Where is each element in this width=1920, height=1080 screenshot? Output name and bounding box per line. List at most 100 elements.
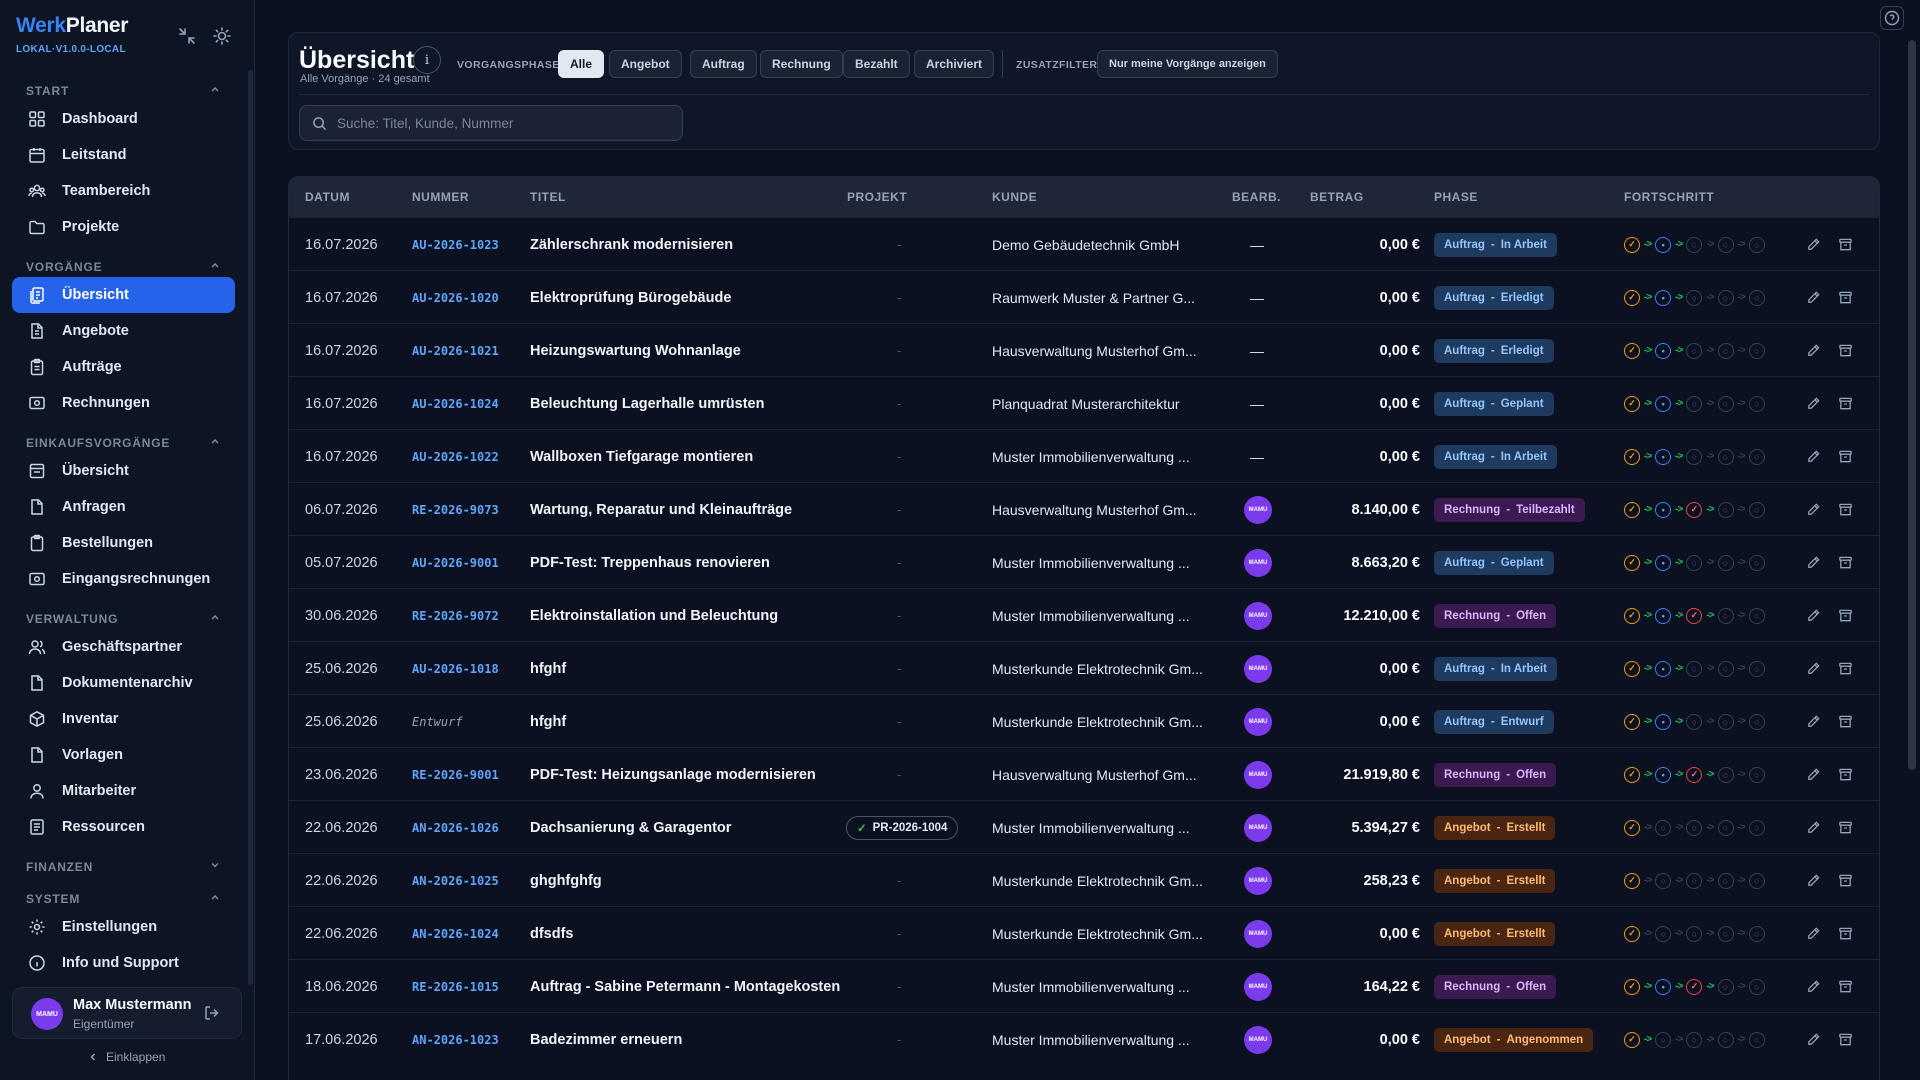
nav-eingangsrechnungen[interactable]: Eingangsrechnungen xyxy=(12,561,235,597)
nav-anfragen[interactable]: Anfragen xyxy=(12,489,235,525)
cell-title[interactable]: Zählerschrank modernisieren xyxy=(530,218,733,271)
col-projekt[interactable]: PROJEKT xyxy=(847,190,907,204)
edit-icon[interactable] xyxy=(1806,324,1821,377)
editor-avatar[interactable]: MAMU xyxy=(1244,919,1272,948)
cell-title[interactable]: Badezimmer erneuern xyxy=(530,1013,682,1066)
cell-title[interactable]: Elektroinstallation und Beleuchtung xyxy=(530,589,778,642)
archive-icon[interactable] xyxy=(1838,854,1853,907)
nav-dashboard[interactable]: Dashboard xyxy=(12,101,235,137)
cell-title[interactable]: PDF-Test: Heizungsanlage modernisieren xyxy=(530,748,816,801)
cell-number[interactable]: AU-2026-9001 xyxy=(412,536,499,589)
cell-number[interactable]: AN-2026-1025 xyxy=(412,854,499,907)
table-row[interactable]: 16.07.2026 AU-2026-1023 Zählerschrank mode… xyxy=(289,217,1879,270)
edit-icon[interactable] xyxy=(1806,483,1821,536)
edit-icon[interactable] xyxy=(1806,854,1821,907)
editor-avatar[interactable]: MAMU xyxy=(1244,813,1272,842)
phase-filter-alle[interactable]: Alle xyxy=(558,50,605,78)
archive-icon[interactable] xyxy=(1838,324,1853,377)
main-scrollbar[interactable] xyxy=(1908,40,1916,770)
cell-title[interactable]: ghghfghfg xyxy=(530,854,602,907)
cell-number[interactable]: RE-2026-9073 xyxy=(412,483,499,536)
cell-title[interactable]: hfghf xyxy=(530,642,566,695)
cell-number[interactable]: AU-2026-1023 xyxy=(412,218,499,271)
editor-avatar[interactable]: MAMU xyxy=(1244,601,1272,630)
cell-title[interactable]: PDF-Test: Treppenhaus renovieren xyxy=(530,536,770,589)
nav-leitstand[interactable]: Leitstand xyxy=(12,137,235,173)
cell-number[interactable]: AN-2026-1024 xyxy=(412,907,499,960)
archive-icon[interactable] xyxy=(1838,271,1853,324)
help-button[interactable] xyxy=(1880,6,1904,30)
table-row[interactable]: 25.06.2026 Entwurf hfghf - Musterkunde Elekt… xyxy=(289,694,1879,747)
edit-icon[interactable] xyxy=(1806,642,1821,695)
cell-title[interactable]: Wartung, Reparatur und Kleinaufträge xyxy=(530,483,792,536)
archive-icon[interactable] xyxy=(1838,695,1853,748)
edit-icon[interactable] xyxy=(1806,430,1821,483)
nav-mitarbeiter[interactable]: Mitarbeiter xyxy=(12,773,235,809)
cell-number[interactable]: AN-2026-1026 xyxy=(412,801,499,854)
info-button[interactable]: i xyxy=(413,46,441,74)
cell-number[interactable]: RE-2026-9001 xyxy=(412,748,499,801)
search-input[interactable] xyxy=(337,115,657,131)
cell-number[interactable]: AU-2026-1024 xyxy=(412,377,499,430)
edit-icon[interactable] xyxy=(1806,695,1821,748)
table-row[interactable]: 25.06.2026 AU-2026-1018 hfghf - Musterkunde … xyxy=(289,641,1879,694)
cell-title[interactable]: Elektroprüfung Bürogebäude xyxy=(530,271,731,324)
archive-icon[interactable] xyxy=(1838,748,1853,801)
table-row[interactable]: 22.06.2026 AN-2026-1026 Dachsanierung & Ga… xyxy=(289,800,1879,853)
nav-teambereich[interactable]: Teambereich xyxy=(12,173,235,209)
archive-icon[interactable] xyxy=(1838,218,1853,271)
phase-filter-auftrag[interactable]: Auftrag xyxy=(690,50,757,78)
cell-title[interactable]: dfsdfs xyxy=(530,907,574,960)
archive-icon[interactable] xyxy=(1838,642,1853,695)
archive-icon[interactable] xyxy=(1838,1013,1853,1066)
editor-avatar[interactable]: MAMU xyxy=(1244,866,1272,895)
col-titel[interactable]: TITEL xyxy=(530,190,566,204)
nav-einkauf-uebersicht[interactable]: Übersicht xyxy=(12,453,235,489)
cell-title[interactable]: Heizungswartung Wohnanlage xyxy=(530,324,741,377)
cell-number[interactable]: AN-2026-1023 xyxy=(412,1013,499,1066)
sidebar-scrollbar[interactable] xyxy=(248,70,253,985)
nav-einstellungen[interactable]: Einstellungen xyxy=(12,909,235,945)
phase-filter-archiviert[interactable]: Archiviert xyxy=(914,50,995,78)
phase-filter-bezahlt[interactable]: Bezahlt xyxy=(843,50,910,78)
edit-icon[interactable] xyxy=(1806,271,1821,324)
nav-ressourcen[interactable]: Ressourcen xyxy=(12,809,235,845)
col-betrag[interactable]: BETRAG xyxy=(1310,190,1364,204)
section-system[interactable]: SYSTEM xyxy=(26,892,221,906)
cell-title[interactable]: hfghf xyxy=(530,695,566,748)
sun-icon[interactable] xyxy=(212,26,232,46)
edit-icon[interactable] xyxy=(1806,907,1821,960)
table-row[interactable]: 16.07.2026 AU-2026-1021 Heizungswartung Wo… xyxy=(289,323,1879,376)
section-einkauf[interactable]: EINKAUFSVORGÄNGE xyxy=(26,436,221,450)
nav-rechnungen[interactable]: Rechnungen xyxy=(12,385,235,421)
table-row[interactable]: 16.07.2026 AU-2026-1024 Beleuchtung Lagerh… xyxy=(289,376,1879,429)
cell-title[interactable]: Auftrag - Sabine Petermann - Montagekost… xyxy=(530,960,840,1013)
editor-avatar[interactable]: MAMU xyxy=(1244,548,1272,577)
edit-icon[interactable] xyxy=(1806,1013,1821,1066)
cell-number[interactable]: AU-2026-1018 xyxy=(412,642,499,695)
table-row[interactable]: 16.07.2026 AU-2026-1020 Elektroprüfung Bür… xyxy=(289,270,1879,323)
archive-icon[interactable] xyxy=(1838,801,1853,854)
cell-number[interactable]: AU-2026-1021 xyxy=(412,324,499,377)
nav-bestellungen[interactable]: Bestellungen xyxy=(12,525,235,561)
edit-icon[interactable] xyxy=(1806,589,1821,642)
table-row[interactable]: 06.07.2026 RE-2026-9073 Wartung, Reparatur… xyxy=(289,482,1879,535)
search-box[interactable] xyxy=(299,105,683,141)
section-verwaltung[interactable]: VERWALTUNG xyxy=(26,612,221,626)
brand-logo[interactable]: WerkPlaner LOKAL·V1.0.0-LOCAL xyxy=(16,14,128,55)
project-badge[interactable]: ✓ PR-2026-1004 xyxy=(846,815,959,840)
cell-title[interactable]: Dachsanierung & Garagentor xyxy=(530,801,731,854)
cell-number[interactable]: RE-2026-1015 xyxy=(412,960,499,1013)
my-items-filter[interactable]: Nur meine Vorgänge anzeigen xyxy=(1097,50,1278,78)
section-start[interactable]: START xyxy=(26,84,221,98)
table-row[interactable]: 23.06.2026 RE-2026-9001 PDF-Test: Heizungs… xyxy=(289,747,1879,800)
edit-icon[interactable] xyxy=(1806,960,1821,1013)
table-row[interactable]: 18.06.2026 RE-2026-1015 Auftrag - Sabine P… xyxy=(289,959,1879,1012)
logout-icon[interactable] xyxy=(203,1004,221,1022)
collapse-arrows-icon[interactable] xyxy=(177,26,197,46)
nav-geschaeftspartner[interactable]: Geschäftspartner xyxy=(12,629,235,665)
col-nummer[interactable]: NUMMER xyxy=(412,190,469,204)
edit-icon[interactable] xyxy=(1806,536,1821,589)
col-phase[interactable]: PHASE xyxy=(1434,190,1478,204)
col-datum[interactable]: DATUM xyxy=(305,190,350,204)
